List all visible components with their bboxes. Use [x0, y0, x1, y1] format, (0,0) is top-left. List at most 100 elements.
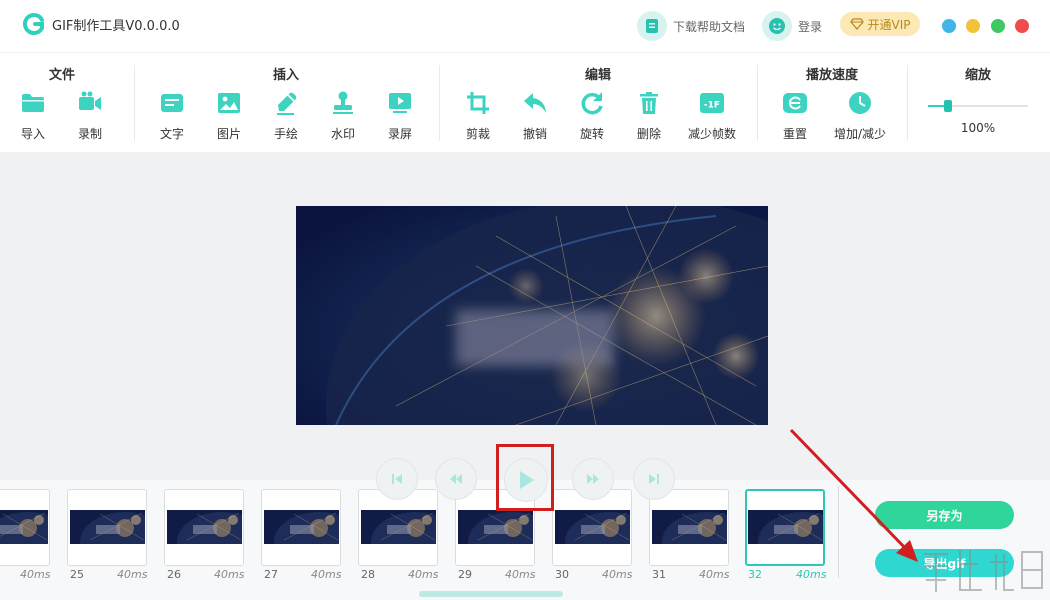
- speed-reset-button[interactable]: 重置: [769, 89, 821, 142]
- frame-thumbnail[interactable]: [164, 489, 267, 572]
- play-button-highlight: [496, 444, 554, 511]
- group-title-insert: 插入: [272, 68, 300, 83]
- frame-thumbnail-image: [748, 510, 848, 572]
- toolbar-divider: [134, 65, 135, 141]
- blurred-region: [456, 310, 614, 366]
- frame-thumbnail[interactable]: [649, 489, 752, 572]
- frame-duration: 40ms: [214, 568, 245, 581]
- skip-start-icon: [392, 474, 402, 484]
- watermark-button[interactable]: 水印: [317, 89, 369, 142]
- frame-thumbnail[interactable]: [0, 489, 73, 572]
- import-label: 导入: [20, 127, 45, 141]
- frame-thumbnail-image: [167, 510, 267, 572]
- frame-thumbnail-image: [0, 510, 73, 572]
- frame-thumbnail-image: [555, 510, 655, 572]
- gif-preview-image: [296, 206, 768, 425]
- window-close-button[interactable]: [1015, 19, 1029, 33]
- video-camera-icon: [79, 91, 101, 110]
- undo-icon: [524, 93, 546, 113]
- window-minimize-button[interactable]: [966, 19, 980, 33]
- save-as-button[interactable]: 另存为: [875, 501, 1014, 529]
- crop-label: 剪裁: [465, 127, 490, 141]
- first-frame-button[interactable]: [376, 458, 418, 500]
- window-maximize-button[interactable]: [991, 19, 1005, 33]
- fast-forward-icon: [587, 474, 599, 484]
- frame-thumbnail-image: [70, 510, 170, 572]
- screen-record-icon: [389, 93, 411, 113]
- delete-button[interactable]: 删除: [623, 89, 675, 142]
- group-title-speed: 播放速度: [805, 68, 859, 83]
- folder-icon: [22, 94, 44, 112]
- watermark-label: 水印: [330, 127, 355, 141]
- draw-label: 手绘: [273, 127, 298, 141]
- help-doc-link[interactable]: 下载帮助文档: [637, 10, 745, 42]
- window-menu-button[interactable]: [942, 19, 956, 33]
- trash-icon: [640, 92, 658, 114]
- crop-button[interactable]: 剪裁: [452, 89, 504, 142]
- timeline-divider: [838, 486, 839, 578]
- frame-number: 27: [264, 568, 278, 581]
- frame-duration: 40ms: [505, 568, 536, 581]
- import-button[interactable]: 导入: [7, 89, 59, 142]
- frame-duration: 40ms: [408, 568, 439, 581]
- reduce-frames-icon: -1F: [700, 93, 724, 113]
- zoom-value: 100%: [960, 121, 996, 135]
- help-doc-label: 下载帮助文档: [673, 19, 746, 34]
- toolbar-divider: [757, 65, 758, 141]
- zoom-slider[interactable]: [928, 100, 1028, 112]
- timeline-scrollbar[interactable]: [419, 591, 563, 597]
- rewind-icon: [450, 474, 462, 484]
- frame-thumbnail[interactable]: [552, 489, 655, 572]
- login-label: 登录: [798, 19, 823, 34]
- text-label: 文字: [159, 127, 184, 141]
- next-frame-button[interactable]: [572, 458, 614, 500]
- frame-thumbnail-image: [361, 510, 461, 572]
- frame-number: 25: [70, 568, 84, 581]
- text-icon: [161, 94, 183, 112]
- frame-thumbnail[interactable]: [67, 489, 170, 572]
- screen-record-label: 录屏: [387, 127, 412, 141]
- record-button[interactable]: 录制: [64, 89, 116, 142]
- last-frame-button[interactable]: [633, 458, 675, 500]
- image-button[interactable]: 图片: [203, 89, 255, 142]
- undo-button[interactable]: 撤销: [509, 89, 561, 142]
- rotate-label: 旋转: [579, 127, 604, 141]
- avatar-icon: [762, 11, 792, 41]
- reset-icon: [783, 93, 807, 113]
- frame-number: 29: [458, 568, 472, 581]
- vip-button[interactable]: 开通VIP: [840, 12, 920, 36]
- frame-duration: 40ms: [311, 568, 342, 581]
- previous-frame-button[interactable]: [435, 458, 477, 500]
- text-button[interactable]: 文字: [146, 89, 198, 142]
- group-title-edit: 编辑: [584, 68, 612, 83]
- frame-thumbnail[interactable]: [261, 489, 364, 572]
- frame-number: 30: [555, 568, 569, 581]
- frame-thumbnail[interactable]: [358, 489, 461, 572]
- speed-adjust-button[interactable]: 增加/减少: [834, 89, 886, 142]
- rotate-icon: [581, 92, 603, 115]
- frame-duration: 40ms: [117, 568, 148, 581]
- rotate-button[interactable]: 旋转: [566, 89, 618, 142]
- record-label: 录制: [77, 127, 102, 141]
- clock-icon: [849, 92, 871, 114]
- toolbar-divider: [907, 65, 908, 141]
- title-bar: GIF制作工具V0.0.0.0 下载帮助文档 登录 开通VIP: [0, 0, 1050, 52]
- save-as-label: 另存为: [926, 508, 963, 523]
- frame-thumbnail-selected[interactable]: [745, 489, 848, 572]
- diamond-icon: [849, 18, 864, 30]
- group-title-zoom: 缩放: [964, 68, 992, 83]
- zoom-slider-handle[interactable]: [944, 100, 952, 112]
- frame-number: 26: [167, 568, 181, 581]
- screen-record-button[interactable]: 录屏: [374, 89, 426, 142]
- image-icon: [218, 93, 240, 113]
- group-title-file: 文件: [48, 68, 76, 83]
- frame-duration: 40ms: [699, 568, 730, 581]
- crop-icon: [467, 92, 489, 114]
- stamp-icon: [333, 91, 353, 114]
- image-label: 图片: [216, 127, 241, 141]
- login-link[interactable]: 登录: [762, 10, 822, 42]
- reduce-frames-label: 减少帧数: [687, 127, 736, 141]
- draw-button[interactable]: 手绘: [260, 89, 312, 142]
- frame-duration: 40ms: [602, 568, 633, 581]
- reduce-frames-button[interactable]: -1F 减少帧数: [686, 89, 738, 142]
